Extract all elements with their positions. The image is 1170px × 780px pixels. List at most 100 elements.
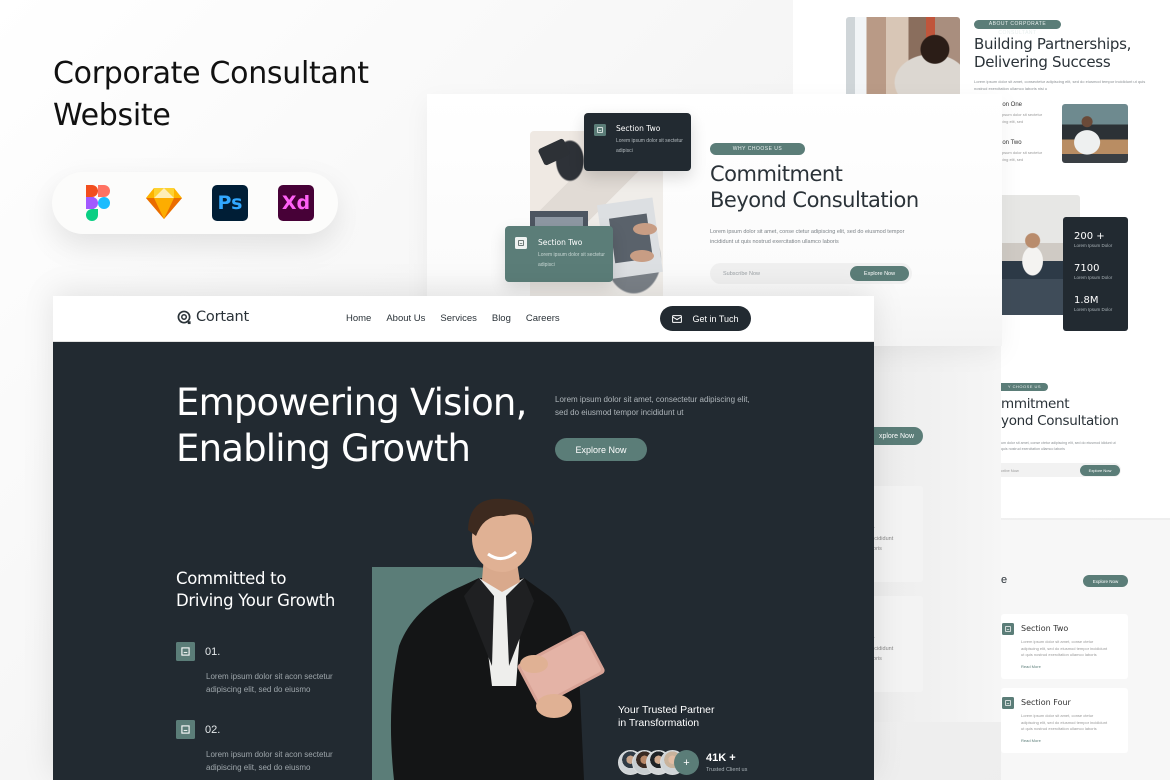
photoshop-icon: Ps xyxy=(212,185,248,221)
hero-desc: Lorem ipsum dolor sit amet, consectetur … xyxy=(555,395,750,417)
chart-icon xyxy=(176,642,195,661)
subscribe-field[interactable]: Subscribe Now Explore Now xyxy=(710,263,912,284)
chart-icon xyxy=(1002,623,1014,635)
mail-icon xyxy=(672,314,683,323)
committed-heading-line2: Driving Your Growth xyxy=(176,591,336,610)
about-item-title: ion One xyxy=(1001,102,1023,108)
tools-pill: Ps Xd xyxy=(52,172,338,234)
commitment-repeat-panel xyxy=(1001,346,1170,518)
client-avatars: + xyxy=(618,750,699,775)
section-card: Section Four Lorem ipsum dolor sit amet,… xyxy=(1001,688,1128,753)
grey-card-text: ur incididunt boris xyxy=(870,526,894,552)
logo-icon xyxy=(177,310,191,324)
about-heading: Building Partnerships, Delivering Succes… xyxy=(974,35,1131,71)
nav-links: Home About Us Services Blog Careers xyxy=(346,313,560,324)
nav-services[interactable]: Services xyxy=(440,313,476,324)
hero-title-line2: Enabling Growth xyxy=(176,427,471,470)
section-desc: Lorem ipsum dolor sit amet, conse ctetur… xyxy=(1021,639,1108,657)
nav-home[interactable]: Home xyxy=(346,313,371,324)
stat-label: Lorem Ipsum Dolor xyxy=(1074,275,1113,280)
commitment-desc: Lorem ipsum dolor sit amet, conse ctetur… xyxy=(710,229,905,245)
why-choose-tag: WHY CHOOSE US xyxy=(710,143,805,155)
stat-value: 200 + xyxy=(1074,231,1105,242)
card-desc: Lorem ipsum dolor sit sectetur adipisci xyxy=(538,252,605,268)
card-title: Section Two xyxy=(538,238,583,247)
clients-label: Trusted Client us xyxy=(706,767,748,773)
figma-icon xyxy=(80,185,116,221)
stat-label: Lorem Ipsum Dolor xyxy=(1074,243,1113,248)
logo[interactable]: Cortant xyxy=(177,309,249,325)
team-photo xyxy=(1062,104,1128,163)
chart-icon xyxy=(594,124,606,136)
nav-blog[interactable]: Blog xyxy=(492,313,511,324)
xd-icon: Xd xyxy=(278,185,314,221)
cover-title-line1: Corporate Consultant xyxy=(53,56,369,91)
feature-number: 02. xyxy=(205,723,221,736)
explore-button[interactable]: xplore Now xyxy=(870,427,923,445)
about-item: ion One ipsum dolor sit sectetur cing el… xyxy=(1001,102,1046,125)
hero-title: Empowering Vision, Enabling Growth xyxy=(176,380,527,472)
section-card: Section Two Lorem ipsum dolor sit amet, … xyxy=(1001,614,1128,679)
stat-value: 1.8M xyxy=(1074,295,1099,306)
commitment-heading: Commitment Beyond Consultation xyxy=(710,161,919,213)
commitment-heading-line1: Commitment xyxy=(710,162,843,186)
stat-value: 7100 xyxy=(1074,263,1100,274)
explore-now-button[interactable]: Explore Now xyxy=(555,438,647,461)
commitment-desc: um dolor sit amet, conse ctetur adipisci… xyxy=(1001,441,1116,451)
section-desc: Lorem ipsum dolor sit amet, conse ctetur… xyxy=(1021,713,1108,731)
feature-item: 01. Lorem ipsum dolor sit acon sectetur … xyxy=(176,642,356,696)
read-more-link[interactable]: Read More xyxy=(1021,664,1128,669)
about-heading-line1: Building Partnerships, xyxy=(974,35,1132,53)
get-in-touch-label: Get in Tuch xyxy=(692,313,739,324)
explore-button[interactable]: Explore Now xyxy=(1080,464,1120,476)
committed-heading: Committed to Driving Your Growth xyxy=(176,568,335,612)
explore-button[interactable]: Explore Now xyxy=(850,266,909,281)
trusted-heading: Your Trusted Partner in Transformation xyxy=(618,704,715,730)
about-tag: ABOUT CORPORATE CONSULTANT xyxy=(974,20,1061,36)
grey-card: ur incididunt boris xyxy=(870,596,923,692)
sections-heading: e xyxy=(1001,574,1008,586)
about-item-desc: ipsum dolor sit sectetur cing elit, sed xyxy=(1001,150,1043,162)
trusted-heading-line1: Your Trusted Partner xyxy=(618,704,715,716)
grey-card: ur incididunt boris xyxy=(870,486,923,582)
add-client-button[interactable]: + xyxy=(674,750,699,775)
get-in-touch-button[interactable]: Get in Tuch xyxy=(660,306,751,331)
section-title: Section Two xyxy=(1021,624,1069,633)
card-title: Section Two xyxy=(616,124,661,133)
nav-careers[interactable]: Careers xyxy=(526,313,560,324)
stats-card: 200 + Lorem Ipsum Dolor 7100 Lorem Ipsum… xyxy=(1063,217,1128,331)
commitment-heading-line2: Beyond Consultation xyxy=(710,188,919,212)
feature-number: 01. xyxy=(205,645,221,658)
commitment-heading-line2: yond Consultation xyxy=(1001,413,1119,429)
logo-text: Cortant xyxy=(196,309,250,325)
subscribe-field[interactable]: cribe Now Explore Now xyxy=(1001,463,1121,477)
hero-title-line1: Empowering Vision, xyxy=(176,381,527,424)
cover-title: Corporate Consultant Website xyxy=(53,53,433,137)
feature-item: 02. Lorem ipsum dolor sit acon sectetur … xyxy=(176,720,356,774)
grey-card-text: ur incididunt boris xyxy=(870,636,894,662)
stat-label: Lorem Ipsum Dolor xyxy=(1074,307,1113,312)
card-desc: Lorem ipsum dolor sit sectetur adipisci xyxy=(616,138,683,154)
nav-about-us[interactable]: About Us xyxy=(386,313,425,324)
subscribe-placeholder: cribe Now xyxy=(1001,467,1019,473)
read-more-link[interactable]: Read More xyxy=(1021,738,1128,743)
section-title: Section Four xyxy=(1021,698,1071,707)
consultant-photo xyxy=(390,498,605,780)
cover-title-line2: Website xyxy=(53,98,171,133)
explore-button[interactable]: Explore Now xyxy=(1083,575,1128,587)
section-card-dark: Section Two Lorem ipsum dolor sit sectet… xyxy=(584,113,691,171)
section-card-green: Section Two Lorem ipsum dolor sit sectet… xyxy=(505,226,613,282)
about-desc: Lorem ipsum dolor sit amet, consectetur … xyxy=(974,79,1146,91)
subscribe-placeholder: Subscribe Now xyxy=(723,270,760,277)
about-item-desc: ipsum dolor sit sectetur cing elit, sed xyxy=(1001,112,1043,124)
committed-heading-line1: Committed to xyxy=(176,569,287,588)
commitment-heading-line1: mmitment xyxy=(1001,396,1070,412)
why-tag: Y CHOOSE US xyxy=(1001,383,1048,391)
trusted-heading-line2: in Transformation xyxy=(618,717,700,729)
clients-count: 41K + xyxy=(706,752,736,764)
chart-icon xyxy=(176,720,195,739)
about-heading-line2: Delivering Success xyxy=(974,53,1111,71)
about-item-title: ion Two xyxy=(1001,140,1022,146)
feature-desc: Lorem ipsum dolor sit acon sectetur adip… xyxy=(206,750,333,772)
about-item: ion Two ipsum dolor sit sectetur cing el… xyxy=(1001,140,1046,163)
